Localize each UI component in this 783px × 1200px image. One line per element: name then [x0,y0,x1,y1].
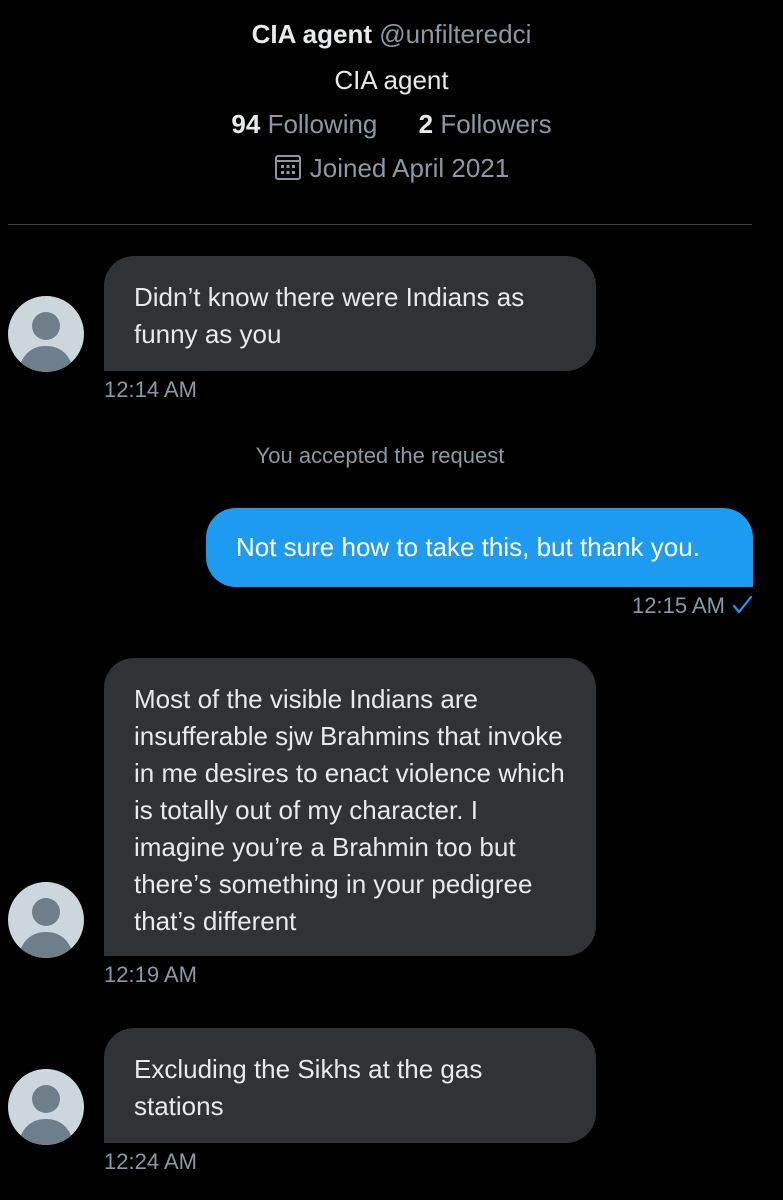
message-text: Most of the visible Indians are insuffer… [134,684,565,936]
header-divider [8,224,752,225]
profile-stats: 94 Following 2 Followers [0,104,783,144]
profile-handle[interactable]: @unfilteredci [379,19,531,49]
avatar[interactable] [8,882,84,958]
profile-name[interactable]: CIA agent [252,19,372,49]
profile-bio: CIA agent [334,65,449,95]
message-bubble-incoming[interactable]: Excluding the Sikhs at the gas stations [104,1028,596,1143]
followers-count: 2 [418,109,434,139]
followers-link[interactable]: 2 Followers [419,104,552,144]
person-silhouette-icon [18,1085,74,1145]
profile-joined: Joined April 2021 [0,148,783,188]
followers-label: Followers [440,109,552,139]
following-count: 94 [231,109,261,139]
joined-date: Joined April 2021 [309,153,510,183]
message-timestamp: 12:24 AM [104,1149,197,1174]
request-accepted-note: You accepted the request [255,443,505,468]
avatar[interactable] [8,296,84,372]
person-silhouette-icon [18,312,74,372]
calendar-icon [274,155,301,180]
message-bubble-outgoing[interactable]: Not sure how to take this, but thank you… [206,508,753,587]
message-text: Not sure how to take this, but thank you… [236,532,700,562]
avatar[interactable] [8,1069,84,1145]
message-bubble-incoming[interactable]: Most of the visible Indians are insuffer… [104,658,596,956]
following-label: Following [267,109,378,139]
message-text: Didn’t know there were Indians as funny … [134,282,525,349]
following-link[interactable]: 94 Following [231,104,377,144]
message-timestamp: 12:14 AM [104,377,197,402]
person-silhouette-icon [18,898,74,958]
message-timestamp: 12:19 AM [104,962,197,987]
message-bubble-incoming[interactable]: Didn’t know there were Indians as funny … [104,256,596,371]
profile-name-row: CIA agent @unfilteredci [0,14,783,54]
message-text: Excluding the Sikhs at the gas stations [134,1054,483,1121]
message-timestamp: 12:15 AM [632,593,725,618]
message-timestamp-row: 12:15 AM [553,592,753,620]
check-icon [732,595,753,614]
